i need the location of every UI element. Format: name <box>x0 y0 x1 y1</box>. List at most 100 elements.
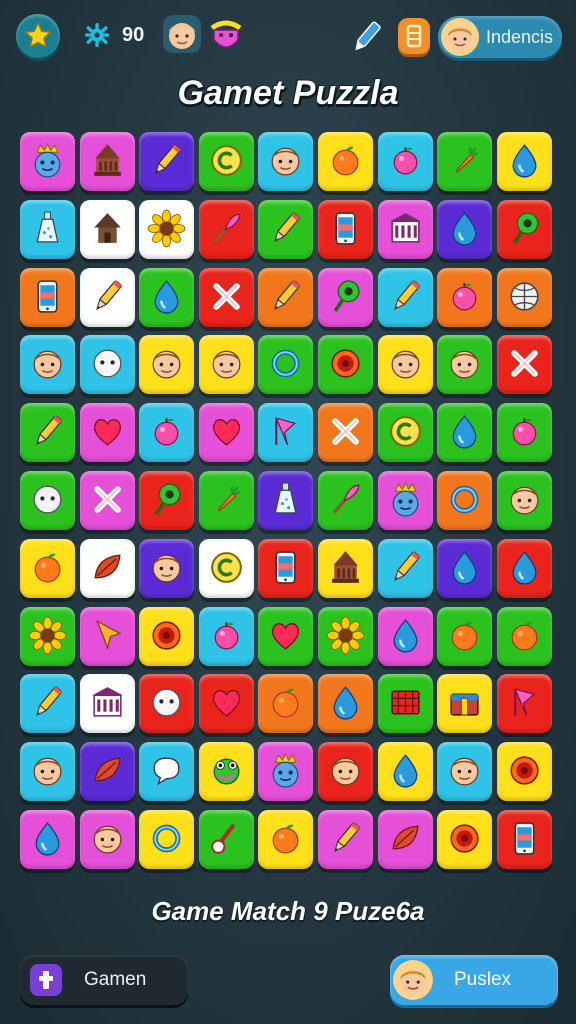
gear-icon[interactable] <box>84 22 110 48</box>
game-tile[interactable] <box>377 132 433 191</box>
game-tile[interactable] <box>496 132 552 191</box>
game-tile[interactable] <box>139 403 195 463</box>
game-tile[interactable] <box>258 538 314 598</box>
game-tile[interactable] <box>377 403 433 463</box>
game-tile[interactable] <box>318 538 373 598</box>
game-tile[interactable] <box>258 810 314 869</box>
game-tile[interactable] <box>437 810 493 869</box>
game-tile[interactable] <box>198 335 254 395</box>
game-tile[interactable] <box>437 267 493 327</box>
game-tile[interactable] <box>496 403 552 463</box>
game-tile[interactable] <box>139 335 195 395</box>
game-tile[interactable] <box>496 199 552 259</box>
game-tile[interactable] <box>139 267 195 327</box>
game-tile[interactable] <box>496 742 552 802</box>
game-tile[interactable] <box>139 538 195 598</box>
game-tile[interactable] <box>318 471 373 530</box>
game-tile[interactable] <box>20 471 75 530</box>
game-tile[interactable] <box>377 810 433 869</box>
game-tile[interactable] <box>437 674 493 734</box>
game-tile[interactable] <box>20 606 75 666</box>
game-tile[interactable] <box>258 742 314 802</box>
game-tile[interactable] <box>139 471 195 530</box>
game-tile[interactable] <box>318 199 373 259</box>
gamen-button[interactable]: Gamen <box>20 955 188 1005</box>
game-tile[interactable] <box>318 267 373 327</box>
game-tile[interactable] <box>79 538 135 598</box>
game-tile[interactable] <box>258 335 314 395</box>
game-tile[interactable] <box>79 810 135 869</box>
game-tile[interactable] <box>198 403 254 463</box>
game-tile[interactable] <box>377 199 433 259</box>
game-tile[interactable] <box>198 471 254 530</box>
game-tile[interactable] <box>318 403 373 463</box>
game-tile[interactable] <box>258 132 314 191</box>
game-tile[interactable] <box>377 674 433 734</box>
game-tile[interactable] <box>79 742 135 802</box>
puslex-button[interactable]: Puslex <box>390 955 558 1005</box>
game-tile[interactable] <box>79 403 135 463</box>
game-tile[interactable] <box>79 267 135 327</box>
game-tile[interactable] <box>318 810 373 869</box>
game-tile[interactable] <box>377 742 433 802</box>
game-tile[interactable] <box>437 471 493 530</box>
profile-button[interactable]: Indencis <box>438 16 562 58</box>
game-tile[interactable] <box>496 267 552 327</box>
pencil-icon[interactable] <box>350 18 382 56</box>
game-tile[interactable] <box>496 674 552 734</box>
game-tile[interactable] <box>496 335 552 395</box>
game-tile[interactable] <box>79 199 135 259</box>
game-tile[interactable] <box>258 674 314 734</box>
game-tile[interactable] <box>377 606 433 666</box>
game-tile[interactable] <box>318 132 373 191</box>
game-tile[interactable] <box>318 674 373 734</box>
game-tile[interactable] <box>79 132 135 191</box>
game-tile[interactable] <box>377 471 433 530</box>
game-tile[interactable] <box>20 674 75 734</box>
game-tile[interactable] <box>139 132 195 191</box>
game-tile[interactable] <box>258 471 314 530</box>
game-tile[interactable] <box>437 132 493 191</box>
game-tile[interactable] <box>20 538 75 598</box>
game-tile[interactable] <box>258 606 314 666</box>
game-tile[interactable] <box>20 132 75 191</box>
game-tile[interactable] <box>377 538 433 598</box>
coin-button[interactable] <box>398 18 430 54</box>
game-tile[interactable] <box>496 810 552 869</box>
game-tile[interactable] <box>318 335 373 395</box>
game-tile[interactable] <box>79 606 135 666</box>
game-tile[interactable] <box>20 199 75 259</box>
game-tile[interactable] <box>437 538 493 598</box>
game-tile[interactable] <box>79 335 135 395</box>
game-tile[interactable] <box>139 606 195 666</box>
game-tile[interactable] <box>198 742 254 802</box>
game-tile[interactable] <box>198 674 254 734</box>
game-tile[interactable] <box>20 335 75 395</box>
game-tile[interactable] <box>198 199 254 259</box>
avatar-icon[interactable] <box>162 14 202 54</box>
game-tile[interactable] <box>437 606 493 666</box>
game-tile[interactable] <box>20 403 75 463</box>
game-tile[interactable] <box>377 267 433 327</box>
game-tile[interactable] <box>496 471 552 530</box>
game-tile[interactable] <box>198 132 254 191</box>
game-tile[interactable] <box>198 267 254 327</box>
game-tile[interactable] <box>437 199 493 259</box>
game-tile[interactable] <box>139 199 195 259</box>
game-tile[interactable] <box>318 742 373 802</box>
game-tile[interactable] <box>258 403 314 463</box>
game-tile[interactable] <box>377 335 433 395</box>
pink-avatar-icon[interactable] <box>206 14 246 54</box>
game-tile[interactable] <box>437 335 493 395</box>
game-tile[interactable] <box>496 538 552 598</box>
game-tile[interactable] <box>437 742 493 802</box>
game-tile[interactable] <box>437 403 493 463</box>
game-tile[interactable] <box>139 674 195 734</box>
game-tile[interactable] <box>198 538 254 598</box>
game-tile[interactable] <box>258 267 314 327</box>
game-tile[interactable] <box>20 810 75 869</box>
game-tile[interactable] <box>258 199 314 259</box>
game-tile[interactable] <box>318 606 373 666</box>
game-tile[interactable] <box>79 674 135 734</box>
game-tile[interactable] <box>79 471 135 530</box>
